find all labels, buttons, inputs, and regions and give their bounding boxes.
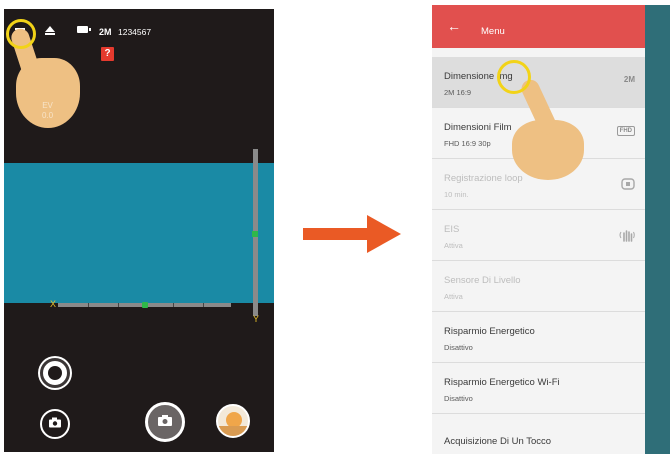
ev-value: EV 0.0 bbox=[42, 101, 54, 120]
fhd-icon: FHD bbox=[616, 126, 635, 136]
menu-item-subtitle: FHD 16:9 30p bbox=[444, 139, 491, 148]
shutter-icon bbox=[158, 415, 172, 429]
transition-arrow bbox=[303, 228, 369, 240]
vertical-level-bar bbox=[252, 149, 258, 316]
menu-item-subtitle: Attiva bbox=[444, 292, 463, 301]
horizontal-level-bar bbox=[58, 302, 231, 308]
transition-arrow-head bbox=[367, 215, 401, 253]
menu-item-one-touch-capture[interactable]: Acquisizione Di Un Tocco bbox=[432, 414, 645, 454]
menu-item-wifi-power-saving[interactable]: Risparmio Energetico Wi-Fi Disattivo bbox=[432, 363, 645, 414]
menu-header: ← Menu bbox=[432, 5, 645, 48]
menu-panel: ← Menu Dimensione Img 2M 16:9 2M Dimensi… bbox=[432, 5, 645, 454]
live-preview bbox=[4, 163, 274, 303]
menu-item-subtitle: Disattivo bbox=[444, 394, 473, 403]
level-indicator bbox=[142, 302, 148, 308]
menu-item-title: Acquisizione Di Un Tocco bbox=[444, 436, 552, 447]
eject-icon bbox=[45, 26, 55, 35]
menu-item-level-sensor[interactable]: Sensore Di Livello Attiva bbox=[432, 261, 645, 312]
y-axis-label: Y bbox=[253, 314, 260, 324]
image-size-icon: 2M bbox=[623, 75, 635, 84]
settings-screen: ← Menu Dimensione Img 2M 16:9 2M Dimensi… bbox=[432, 5, 670, 454]
level-indicator bbox=[252, 231, 258, 237]
menu-item-title: Registrazione loop bbox=[444, 173, 523, 184]
back-arrow-icon[interactable]: ← bbox=[447, 19, 461, 33]
menu-title: Menu bbox=[481, 26, 505, 37]
menu-item-title: Risparmio Energetico Wi-Fi bbox=[444, 377, 560, 388]
mode-icon bbox=[48, 366, 62, 380]
menu-item-title: Sensore Di Livello bbox=[444, 275, 521, 286]
resolution-badge: 2M bbox=[99, 27, 112, 37]
menu-item-title: Dimensioni Film bbox=[444, 122, 512, 133]
mode-button[interactable] bbox=[40, 358, 70, 388]
menu-item-subtitle: Disattivo bbox=[444, 343, 473, 352]
x-axis-label: X bbox=[50, 299, 57, 309]
tap-highlight-circle bbox=[497, 60, 531, 94]
eis-icon bbox=[619, 228, 635, 244]
menu-item-title: Risparmio Energetico bbox=[444, 326, 535, 337]
tap-highlight-circle bbox=[6, 19, 36, 49]
loop-icon bbox=[621, 177, 635, 193]
battery-icon bbox=[77, 26, 91, 33]
menu-item-subtitle: 2M 16:9 bbox=[444, 88, 472, 97]
gallery-thumbnail[interactable] bbox=[216, 404, 250, 438]
shot-counter: 1234567 bbox=[118, 27, 152, 37]
status-bar: 2M 1234567 bbox=[4, 23, 274, 43]
menu-item-eis[interactable]: EIS Attiva bbox=[432, 210, 645, 261]
camera-mode-button[interactable] bbox=[40, 409, 70, 439]
camera-icon bbox=[49, 417, 61, 431]
shutter-button[interactable] bbox=[145, 402, 185, 442]
menu-item-title: EIS bbox=[444, 224, 460, 235]
menu-item-power-saving[interactable]: Risparmio Energetico Disattivo bbox=[432, 312, 645, 363]
menu-item-subtitle: Attiva bbox=[444, 241, 463, 250]
sd-card-warning-icon: ? bbox=[101, 47, 114, 61]
menu-item-subtitle: 10 min. bbox=[444, 190, 469, 199]
